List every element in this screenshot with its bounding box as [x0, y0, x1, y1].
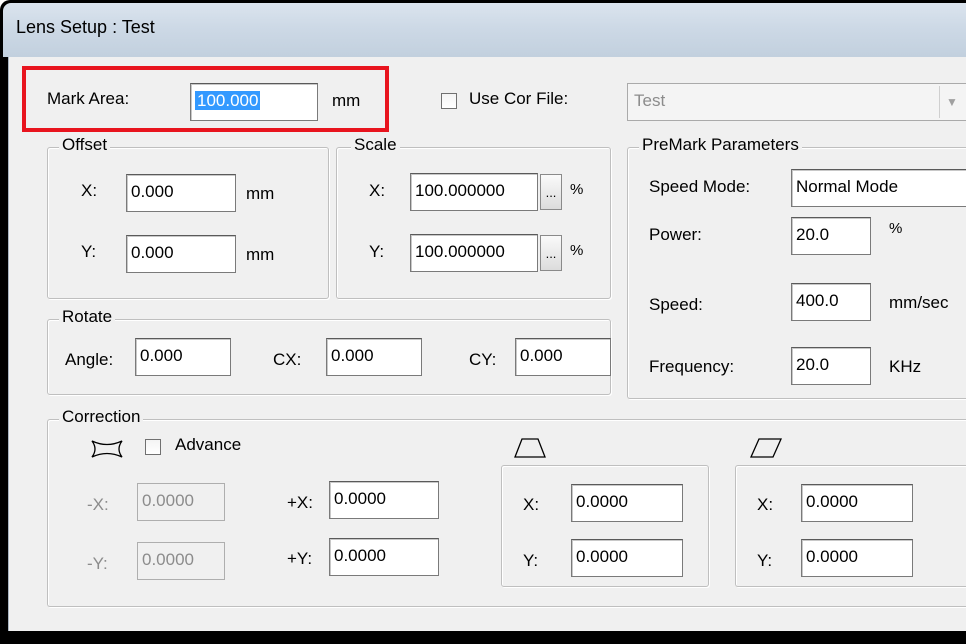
window-title: Lens Setup : Test	[16, 17, 155, 37]
trapezoid-y-label: Y:	[523, 551, 539, 570]
mark-area-highlight-box	[22, 66, 389, 132]
scale-y-unit: %	[570, 242, 584, 259]
offset-y-input[interactable]: 0.000	[126, 235, 236, 273]
speed-mode-label: Speed Mode:	[649, 177, 751, 196]
lens-setup-window: Lens Setup : Test Mark Area: 100.000 mm …	[0, 0, 966, 644]
pos-x-input[interactable]: 0.0000	[329, 481, 439, 519]
power-input[interactable]: 20.0	[791, 217, 871, 255]
trapezoid-icon	[514, 438, 546, 458]
speed-input[interactable]: 400.0	[791, 283, 871, 321]
dialog-client-area: Mark Area: 100.000 mm Use Cor File: Test…	[8, 57, 966, 631]
pos-x-label: +X:	[287, 493, 313, 512]
neg-x-input[interactable]: 0.0000	[137, 483, 225, 521]
scale-x-browse-button[interactable]: ...	[540, 174, 562, 210]
scale-x-unit: %	[570, 181, 584, 198]
offset-x-unit: mm	[246, 184, 275, 203]
angle-input[interactable]: 0.000	[135, 338, 231, 376]
power-unit: %	[889, 220, 903, 237]
cx-label: CX:	[273, 350, 302, 369]
parallelogram-y-input[interactable]: 0.0000	[801, 539, 913, 577]
trapezoid-x-input[interactable]: 0.0000	[571, 484, 683, 522]
speed-mode-select[interactable]: Normal Mode	[791, 169, 966, 207]
offset-x-label: X:	[81, 181, 98, 200]
trapezoid-y-input[interactable]: 0.0000	[571, 539, 683, 577]
scale-x-input[interactable]: 100.000000	[410, 173, 538, 211]
speed-unit: mm/sec	[889, 293, 949, 312]
offset-y-label: Y:	[81, 242, 97, 261]
scale-legend: Scale	[351, 135, 400, 155]
use-cor-file-label: Use Cor File:	[469, 89, 569, 108]
cy-input[interactable]: 0.000	[515, 338, 611, 376]
rotate-legend: Rotate	[59, 307, 116, 327]
parallelogram-y-label: Y:	[757, 551, 773, 570]
speed-label: Speed:	[649, 295, 703, 314]
chevron-down-icon[interactable]: ▼	[939, 86, 964, 118]
title-bar[interactable]: Lens Setup : Test	[3, 3, 966, 57]
use-cor-file-checkbox[interactable]	[441, 93, 457, 109]
correction-legend: Correction	[59, 407, 144, 427]
scale-x-label: X:	[369, 181, 386, 200]
offset-group	[47, 147, 329, 299]
advance-checkbox[interactable]	[145, 439, 161, 455]
scale-group	[336, 147, 611, 299]
frequency-unit: KHz	[889, 357, 922, 376]
advance-label: Advance	[175, 435, 242, 454]
cor-file-selected: Test	[634, 91, 666, 110]
pincushion-icon	[91, 440, 123, 458]
frequency-label: Frequency:	[649, 357, 735, 376]
cor-file-select[interactable]: Test ▼	[627, 83, 966, 121]
trapezoid-x-label: X:	[523, 495, 540, 514]
power-label: Power:	[649, 225, 702, 244]
neg-y-input[interactable]: 0.0000	[137, 542, 225, 580]
cx-input[interactable]: 0.000	[326, 338, 422, 376]
pos-y-input[interactable]: 0.0000	[329, 538, 439, 576]
offset-legend: Offset	[59, 135, 111, 155]
pos-y-label: +Y:	[287, 549, 313, 568]
angle-label: Angle:	[65, 350, 114, 369]
premark-legend: PreMark Parameters	[639, 135, 802, 155]
frequency-input[interactable]: 20.0	[791, 347, 871, 385]
scale-y-input[interactable]: 100.000000	[410, 234, 538, 272]
offset-x-input[interactable]: 0.000	[126, 174, 236, 212]
offset-y-unit: mm	[246, 245, 275, 264]
parallelogram-x-input[interactable]: 0.0000	[801, 484, 913, 522]
neg-x-label: -X:	[87, 495, 109, 514]
scale-y-browse-button[interactable]: ...	[540, 235, 562, 271]
neg-y-label: -Y:	[87, 554, 108, 573]
cy-label: CY:	[469, 350, 497, 369]
scale-y-label: Y:	[369, 242, 385, 261]
parallelogram-x-label: X:	[757, 495, 774, 514]
parallelogram-icon	[749, 438, 783, 458]
